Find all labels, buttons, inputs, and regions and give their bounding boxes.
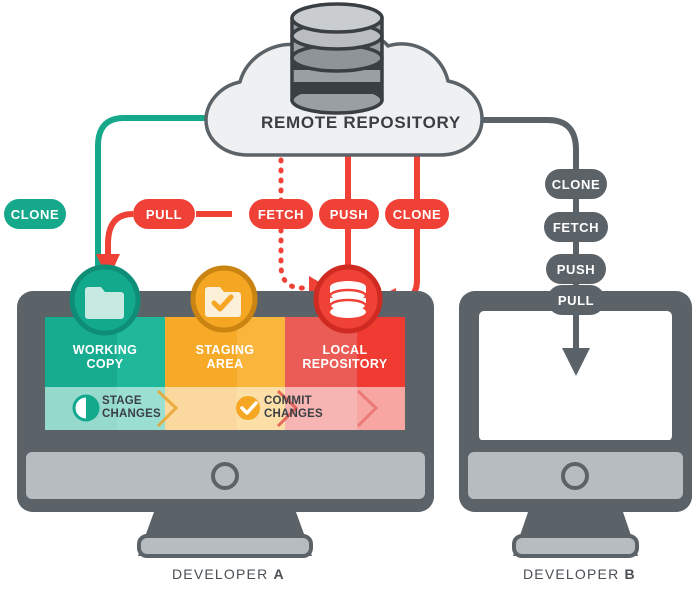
step-commit-changes-line2: CHANGES: [264, 407, 323, 420]
developer-b-label-prefix: DEVELOPER: [523, 566, 625, 582]
band-title-staging-area-line2: AREA: [206, 357, 244, 371]
remote-database-icon: [290, 2, 384, 115]
step-commit-changes-line1: COMMIT: [264, 395, 312, 407]
action-pill-fetch-devb[interactable]: FETCH: [544, 212, 608, 242]
step-stage-changes-line2: CHANGES: [102, 407, 161, 420]
action-pill-fetch[interactable]: FETCH: [249, 199, 313, 229]
step-stage-changes: STAGE CHANGES: [102, 395, 161, 420]
developer-b-label: DEVELOPER B: [523, 566, 636, 582]
action-pill-clone-left[interactable]: CLONE: [4, 199, 66, 229]
working-copy-circle: [69, 264, 141, 336]
action-pill-clone-devb[interactable]: CLONE: [545, 169, 607, 199]
action-pill-push[interactable]: PUSH: [319, 199, 379, 229]
action-pill-pull[interactable]: PULL: [133, 199, 195, 229]
action-pill-clone-right[interactable]: CLONE: [385, 199, 449, 229]
developer-a-label-suffix: A: [273, 566, 285, 582]
developer-b-label-suffix: B: [624, 566, 636, 582]
band-title-working-copy-line1: WORKING: [72, 343, 138, 357]
git-workflow-diagram: REMOTE REPOSITORY CLONE PULL FETCH PUSH …: [0, 0, 700, 589]
band-title-staging-area-line1: STAGING: [195, 343, 255, 357]
local-repository-circle: [313, 264, 383, 334]
step-stage-changes-line1: STAGE: [102, 395, 142, 407]
band-title-local-repository-line2: REPOSITORY: [302, 357, 388, 371]
developer-a-label: DEVELOPER A: [172, 566, 285, 582]
band-title-working-copy-line2: COPY: [86, 357, 124, 371]
band-title-local-repository-line1: LOCAL: [322, 343, 368, 357]
action-pill-push-devb[interactable]: PUSH: [546, 254, 606, 284]
commit-changes-icon: [236, 396, 260, 420]
developer-a-label-prefix: DEVELOPER: [172, 566, 274, 582]
action-pill-pull-devb[interactable]: PULL: [547, 285, 605, 315]
stage-changes-icon: [72, 394, 100, 422]
staging-area-circle: [190, 265, 258, 333]
step-commit-changes: COMMIT CHANGES: [264, 395, 323, 420]
remote-repository-label: REMOTE REPOSITORY: [261, 113, 461, 132]
